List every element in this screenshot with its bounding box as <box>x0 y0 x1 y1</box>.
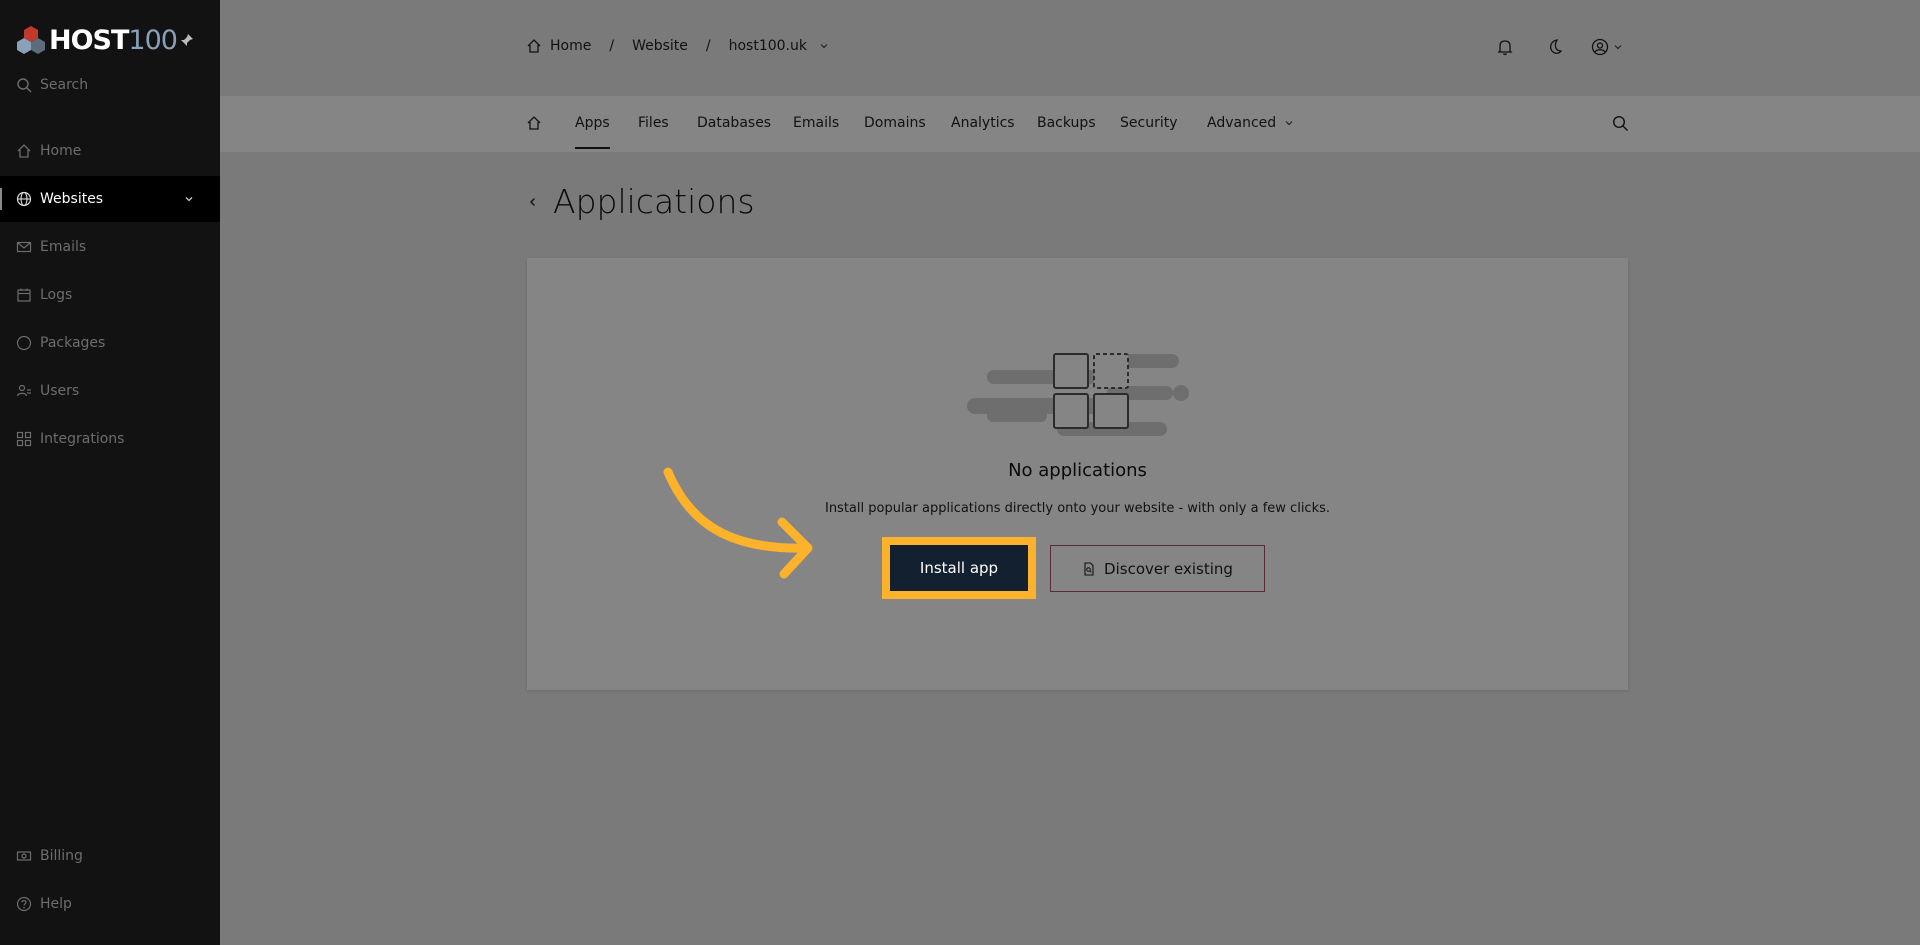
breadcrumb: Home / Website / host100.uk <box>526 38 829 54</box>
circle-icon <box>16 335 32 351</box>
sidebar-item-emails[interactable]: Emails <box>0 224 220 270</box>
tab-databases[interactable]: Databases <box>697 115 771 131</box>
user-avatar-icon <box>1591 38 1609 56</box>
sidebar-item-websites[interactable]: Websites <box>0 176 220 222</box>
mail-icon <box>16 241 32 253</box>
sidebar-item-label: Websites <box>40 191 104 207</box>
brand-name-part2: 100 <box>128 24 178 56</box>
sidebar-item-label: Emails <box>40 239 87 255</box>
sidebar-item-integrations[interactable]: Integrations <box>0 416 220 462</box>
tab-advanced[interactable]: Advanced <box>1207 115 1294 131</box>
pin-icon[interactable] <box>180 32 194 51</box>
sidebar-item-home[interactable]: Home <box>0 128 220 174</box>
back-chevron-icon[interactable] <box>527 196 539 208</box>
breadcrumb-website[interactable]: Website <box>632 38 688 54</box>
tab-home-icon[interactable] <box>526 115 542 135</box>
chevron-down-icon <box>185 197 193 202</box>
tab-advanced-label: Advanced <box>1207 115 1277 131</box>
home-icon <box>17 144 31 158</box>
install-app-highlight: Install app <box>882 537 1036 599</box>
brand-logo[interactable]: HOST100 <box>16 24 178 56</box>
sidebar-item-label: Home <box>40 143 82 159</box>
discover-existing-button[interactable]: Discover existing <box>1050 545 1265 592</box>
file-search-icon <box>1084 561 1094 576</box>
sidebar-item-label: Packages <box>40 335 106 351</box>
sidebar-item-users[interactable]: Users <box>0 368 220 414</box>
dark-mode-icon[interactable] <box>1545 38 1563 60</box>
search-icon <box>17 78 32 93</box>
chevron-down-icon <box>1285 121 1293 126</box>
brand-name-part1: HOST <box>49 24 129 56</box>
breadcrumb-site[interactable]: host100.uk <box>729 38 807 54</box>
sidebar-item-billing[interactable]: Billing <box>0 833 220 879</box>
install-app-button[interactable]: Install app <box>890 545 1028 591</box>
page-header: Applications <box>527 182 755 221</box>
page-title: Applications <box>553 182 755 221</box>
home-icon[interactable] <box>526 38 542 54</box>
highlight-arrow-icon <box>663 467 813 579</box>
tab-search-icon[interactable] <box>1612 115 1629 136</box>
top-header <box>220 0 1920 96</box>
users-icon <box>16 384 31 397</box>
sidebar-item-help[interactable]: Help <box>0 881 220 927</box>
apps-grid-illustration-icon <box>967 353 1189 436</box>
calendar-icon <box>17 288 31 302</box>
sidebar-item-label: Integrations <box>40 431 125 447</box>
tab-analytics[interactable]: Analytics <box>951 115 1015 131</box>
chevron-down-icon[interactable] <box>819 41 829 51</box>
breadcrumb-separator: / <box>705 38 711 54</box>
bell-icon[interactable] <box>1497 38 1513 60</box>
breadcrumb-separator: / <box>609 38 615 54</box>
breadcrumb-home[interactable]: Home <box>550 38 591 54</box>
logo-cubes-icon <box>17 26 45 54</box>
tab-domains[interactable]: Domains <box>864 115 926 131</box>
sidebar-item-label: Users <box>40 383 80 399</box>
sidebar-item-label: Billing <box>40 848 83 864</box>
money-icon <box>16 851 32 861</box>
sidebar-item-label: Logs <box>40 287 73 303</box>
sidebar: HOST100 Search Home Websites Emails Logs… <box>0 0 220 945</box>
sidebar-item-logs[interactable]: Logs <box>0 272 220 318</box>
sidebar-search[interactable]: Search <box>16 77 88 93</box>
tab-files[interactable]: Files <box>638 115 669 131</box>
sidebar-item-packages[interactable]: Packages <box>0 320 220 366</box>
tab-security[interactable]: Security <box>1120 115 1178 131</box>
globe-icon <box>16 191 32 207</box>
tab-emails[interactable]: Emails <box>793 115 839 131</box>
tab-apps[interactable]: Apps <box>575 115 610 149</box>
grid-icon <box>16 431 32 447</box>
sidebar-item-label: Help <box>40 896 72 912</box>
search-label: Search <box>40 77 89 93</box>
discover-existing-label: Discover existing <box>1104 559 1233 578</box>
user-menu[interactable] <box>1591 38 1623 56</box>
help-icon <box>16 896 32 912</box>
tab-backups[interactable]: Backups <box>1037 115 1096 131</box>
chevron-down-icon <box>1614 45 1622 50</box>
